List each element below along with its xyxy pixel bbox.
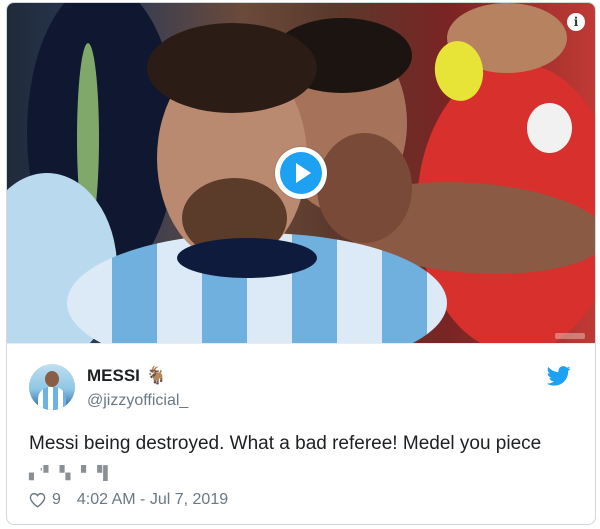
video-frame-hair [147,23,317,113]
heart-icon[interactable] [29,492,46,508]
like-count[interactable]: 9 [52,491,61,509]
avatar-body [38,387,66,410]
tweet-meta: 9 4:02 AM - Jul 7, 2019 [29,491,228,509]
user-handle[interactable]: @jizzyofficial_ [87,392,188,410]
display-name[interactable]: MESSI [87,366,140,386]
avatar-head [45,371,59,387]
display-name-row[interactable]: MESSI 🐐 [87,366,167,386]
video-frame-badge [527,103,572,153]
tweet-timestamp[interactable]: 4:02 AM - Jul 7, 2019 [77,491,228,509]
video-frame-fist [317,133,412,243]
video-frame-collar [177,238,317,278]
embedded-tweet-card: i MESSI 🐐 @jizzyofficial_ Messi being de… [6,2,596,525]
tweet-text-emoji: ▖'▘▝▖ ▘▝▌ [29,465,114,480]
tweet-text: Messi being destroyed. What a bad refere… [29,430,569,487]
play-button[interactable] [275,147,327,199]
twitter-bird-icon[interactable] [547,366,571,386]
info-icon[interactable]: i [567,13,585,31]
tweet-text-main: Messi being destroyed. What a bad refere… [29,433,542,454]
play-icon [280,152,322,194]
video-player[interactable]: i [7,3,595,343]
tweet-body: MESSI 🐐 @jizzyofficial_ Messi being dest… [7,343,595,524]
video-watermark [555,333,585,339]
avatar[interactable] [29,364,75,410]
goat-emoji: 🐐 [145,366,168,385]
play-triangle [295,163,311,183]
